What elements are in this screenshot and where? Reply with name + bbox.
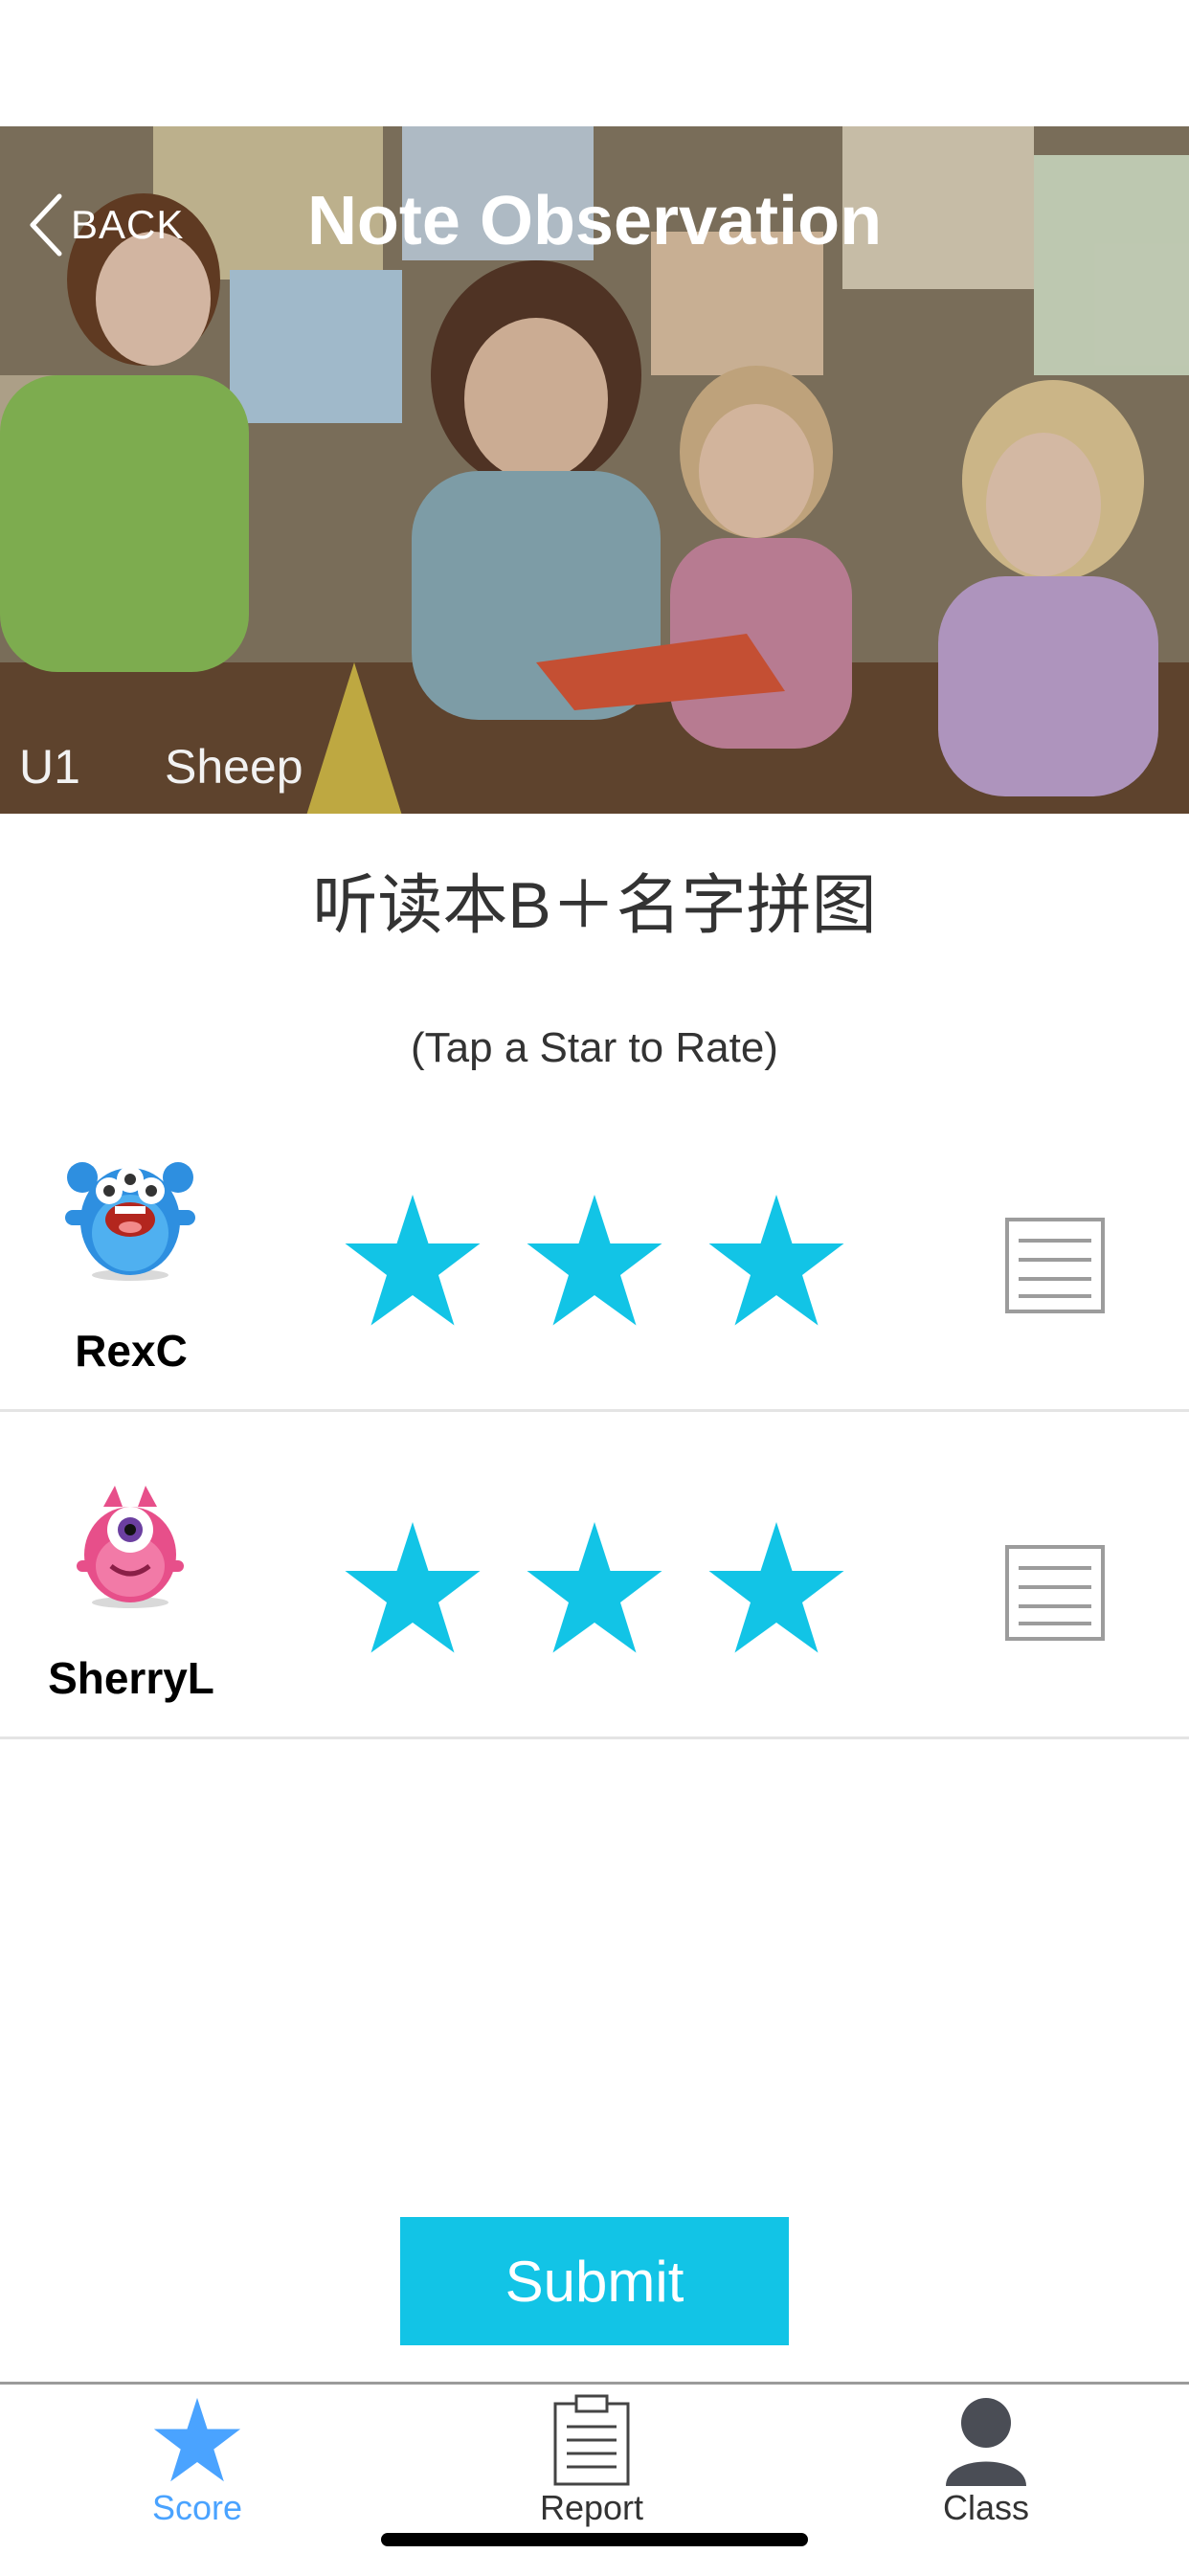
note-icon[interactable] <box>1005 1218 1105 1313</box>
lesson-label: Sheep <box>165 740 303 794</box>
unit-label: U1 <box>19 740 80 794</box>
star-rating <box>341 1189 848 1333</box>
status-bar <box>0 0 1189 126</box>
tab-label: Score <box>151 2488 243 2527</box>
clipboard-icon <box>553 2394 630 2486</box>
rating-hint: (Tap a Star to Rate) <box>411 1024 778 1071</box>
student-name: SherryL <box>48 1653 214 1703</box>
tab-label: Class <box>942 2488 1030 2527</box>
person-icon <box>946 2398 1026 2486</box>
star-icon[interactable] <box>523 1516 666 1660</box>
star-rating <box>341 1516 848 1660</box>
pink-monster-avatar[interactable] <box>59 1478 201 1612</box>
star-icon[interactable] <box>341 1189 484 1333</box>
student-row: RexC <box>0 1084 1189 1412</box>
star-icon <box>153 2397 241 2482</box>
activity-title: 听读本B＋名字拼图 <box>312 869 877 942</box>
note-icon[interactable] <box>1005 1545 1105 1641</box>
star-icon[interactable] <box>705 1516 848 1660</box>
tab-class[interactable]: Class <box>890 2394 1082 2557</box>
student-name: RexC <box>75 1326 188 1376</box>
page-title: Note Observation <box>306 183 883 259</box>
tab-score[interactable]: Score <box>101 2394 293 2557</box>
tab-label: Report <box>539 2488 644 2527</box>
blue-monster-avatar[interactable] <box>59 1151 201 1285</box>
home-indicator <box>381 2533 808 2546</box>
student-row: SherryL <box>0 1411 1189 1739</box>
star-icon[interactable] <box>705 1189 848 1333</box>
tab-bar: Score Report Class <box>0 2382 1189 2576</box>
star-icon[interactable] <box>341 1516 484 1660</box>
submit-button[interactable]: Submit <box>400 2217 789 2345</box>
star-icon[interactable] <box>523 1189 666 1333</box>
